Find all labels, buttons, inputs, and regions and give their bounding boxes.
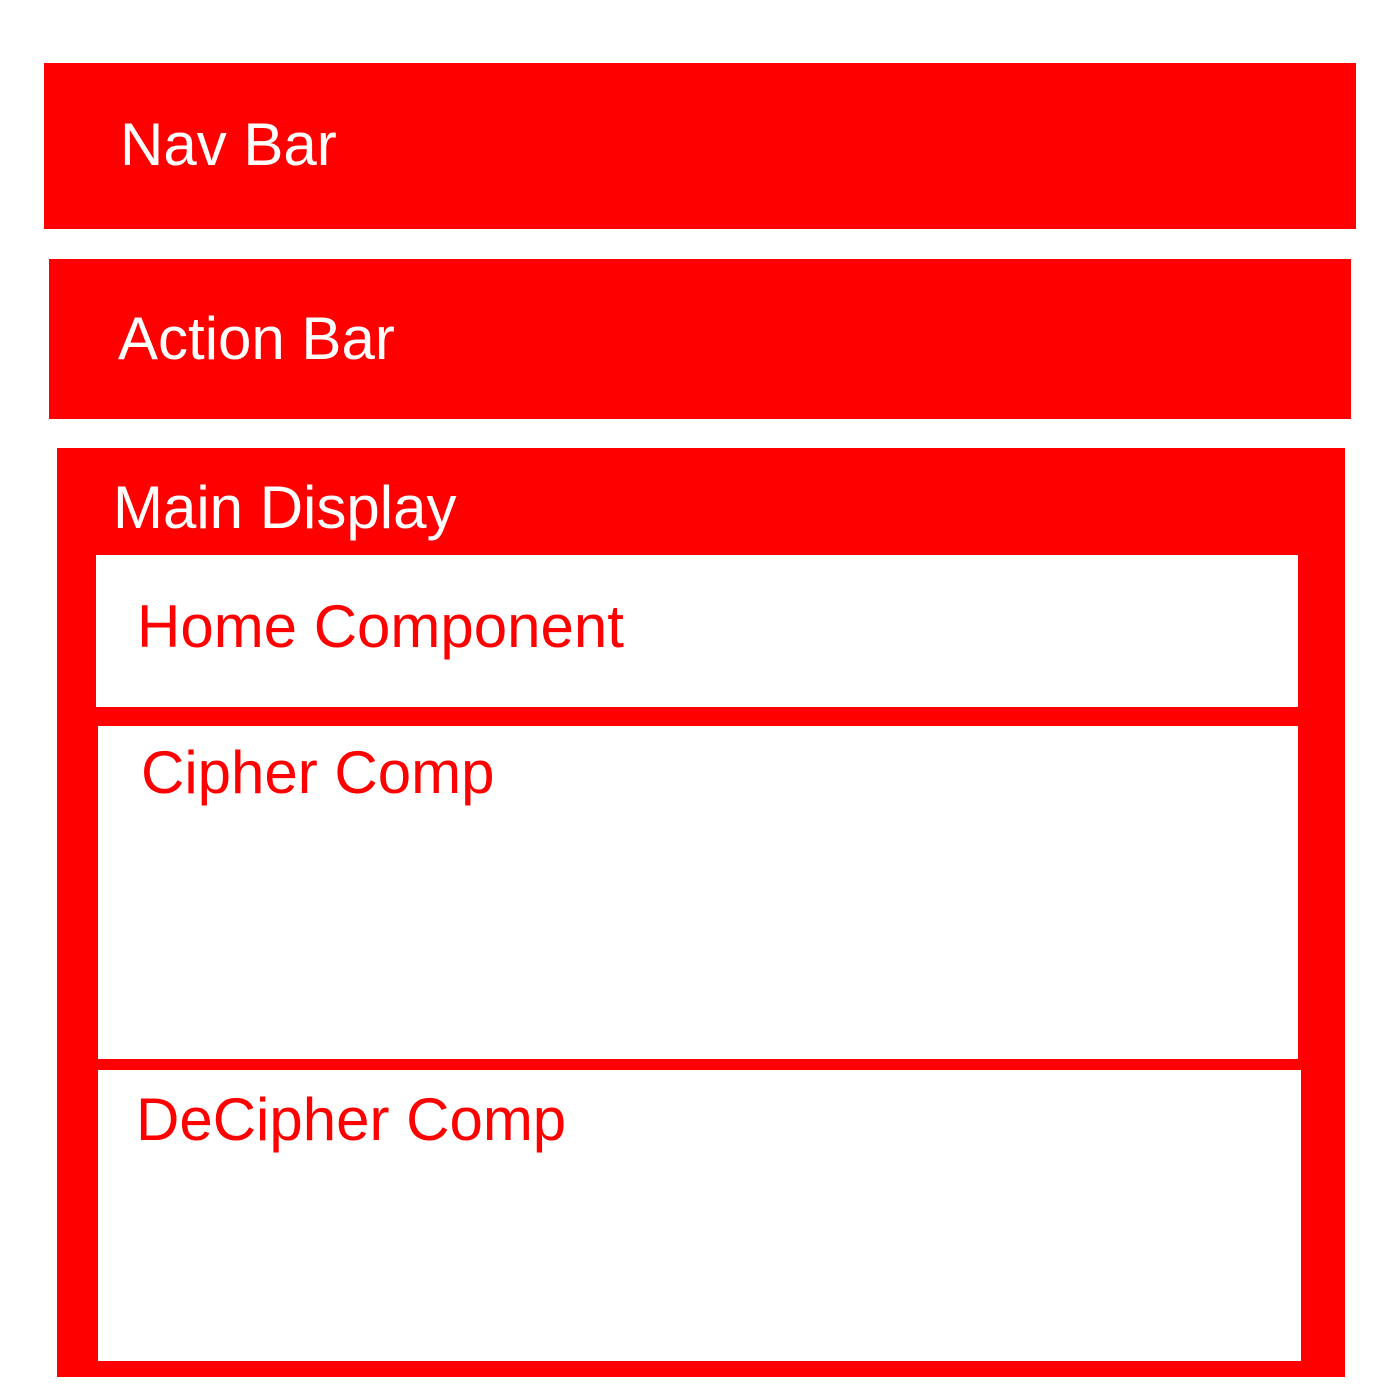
nav-bar-block: Nav Bar bbox=[44, 63, 1356, 229]
home-component-block: Home Component bbox=[96, 555, 1298, 707]
nav-bar-label: Nav Bar bbox=[120, 111, 337, 178]
cipher-comp-label: Cipher Comp bbox=[141, 739, 495, 806]
main-display-label: Main Display bbox=[113, 474, 457, 541]
action-bar-label: Action Bar bbox=[118, 305, 395, 372]
decipher-comp-block: DeCipher Comp bbox=[98, 1070, 1301, 1361]
decipher-comp-label: DeCipher Comp bbox=[136, 1086, 567, 1153]
main-display-block: Main Display Home Component Cipher Comp … bbox=[57, 448, 1345, 1377]
cipher-comp-block: Cipher Comp bbox=[98, 726, 1298, 1059]
home-component-label: Home Component bbox=[137, 593, 624, 660]
action-bar-block: Action Bar bbox=[49, 259, 1351, 419]
